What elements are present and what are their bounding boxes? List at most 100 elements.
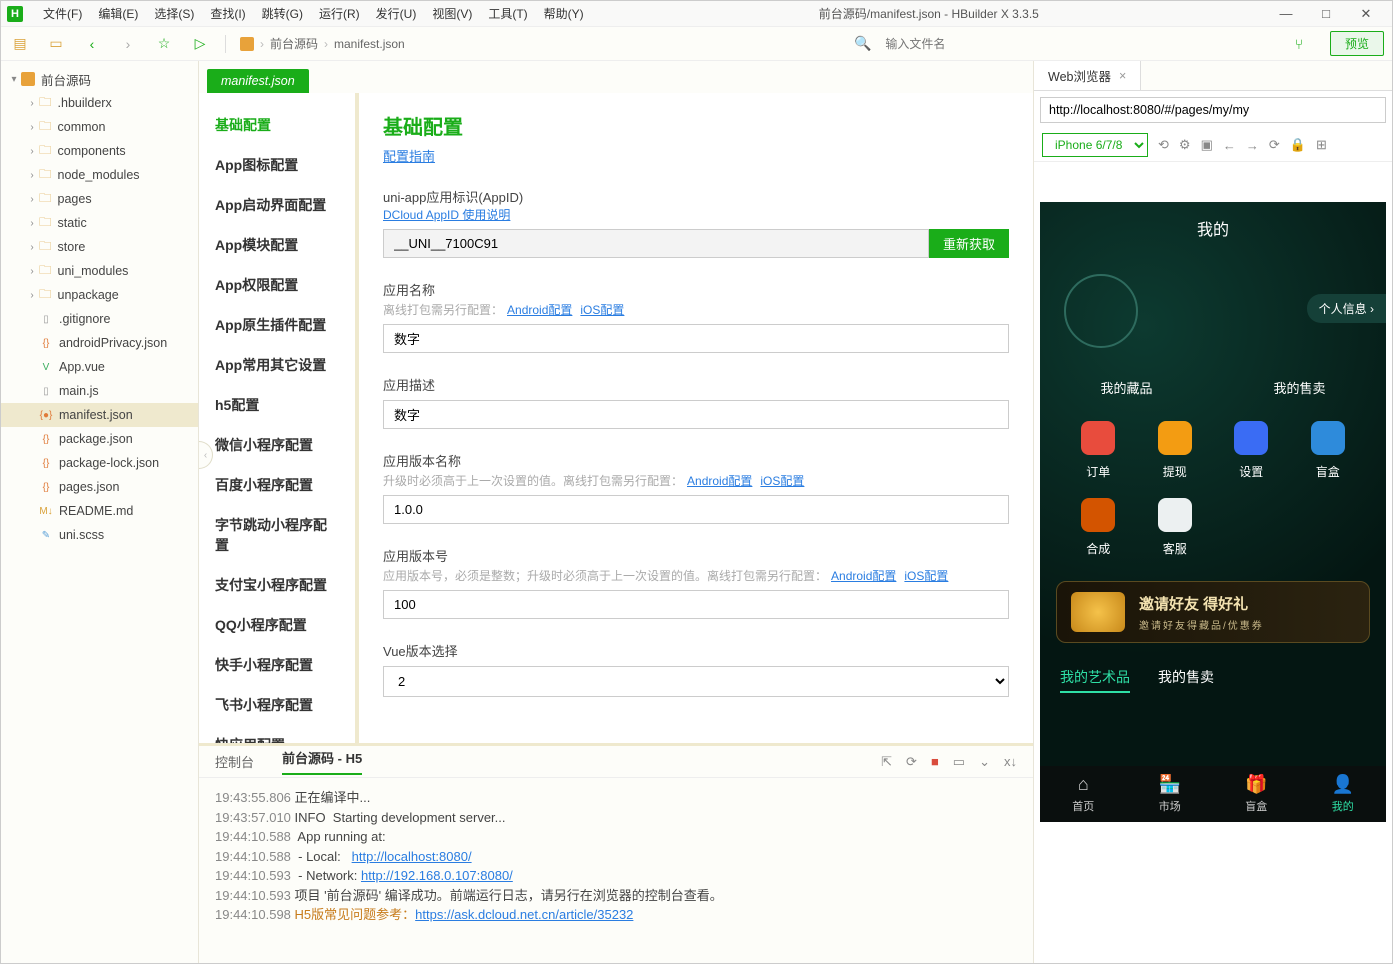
browser-refresh-icon[interactable]: ⟳ — [1269, 137, 1280, 153]
tab-manifest[interactable]: manifest.json — [207, 69, 309, 93]
file-row[interactable]: {}androidPrivacy.json — [1, 331, 198, 355]
star-icon[interactable]: ☆ — [153, 35, 175, 52]
console-output[interactable]: 19:43:55.806 正在编译中...19:43:57.010 INFO S… — [199, 778, 1033, 963]
file-search[interactable]: 🔍 — [854, 33, 1274, 55]
menu-item[interactable]: 跳转(G) — [254, 5, 311, 22]
refetch-appid-button[interactable]: 重新获取 — [929, 229, 1009, 258]
versioncode-input[interactable] — [383, 590, 1009, 619]
manifest-nav-item[interactable]: h5配置 — [199, 385, 355, 425]
console-tab-h5[interactable]: 前台源码 - H5 — [282, 748, 362, 775]
ios-config-link-2[interactable]: iOS配置 — [760, 474, 804, 488]
android-config-link-2[interactable]: Android配置 — [687, 474, 752, 488]
search-input[interactable] — [877, 33, 1274, 55]
gear-icon[interactable]: ⚙ — [1179, 137, 1191, 153]
manifest-nav-item[interactable]: App原生插件配置 — [199, 305, 355, 345]
close-button[interactable]: ✕ — [1346, 6, 1386, 22]
file-row[interactable]: VApp.vue — [1, 355, 198, 379]
minimize-button[interactable]: — — [1266, 6, 1306, 21]
manifest-nav[interactable]: 基础配置App图标配置App启动界面配置App模块配置App权限配置App原生插… — [199, 93, 359, 743]
breadcrumb-file[interactable]: manifest.json — [334, 37, 405, 51]
qr-icon[interactable]: ⊞ — [1316, 137, 1327, 153]
browser-back-icon[interactable]: ← — [1223, 138, 1236, 153]
manifest-nav-item[interactable]: App图标配置 — [199, 145, 355, 185]
nav-item[interactable]: 👤我的 — [1300, 766, 1387, 822]
preview-button[interactable]: 预览 — [1330, 31, 1384, 56]
folder-row[interactable]: ›🗀pages — [1, 187, 198, 211]
folder-row[interactable]: ›🗀unpackage — [1, 283, 198, 307]
my-sales-link[interactable]: 我的售卖 — [1273, 378, 1325, 397]
new-file-icon[interactable]: ▤ — [9, 35, 31, 52]
folder-row[interactable]: ›🗀store — [1, 235, 198, 259]
console-export-icon[interactable]: ⇱ — [881, 754, 892, 770]
manifest-nav-item[interactable]: 飞书小程序配置 — [199, 685, 355, 725]
maximize-button[interactable]: □ — [1306, 6, 1346, 21]
run-icon[interactable]: ▷ — [189, 35, 211, 52]
file-row[interactable]: ▯.gitignore — [1, 307, 198, 331]
vue-version-select[interactable]: 2 — [383, 666, 1009, 697]
device-select[interactable]: iPhone 6/7/8 — [1042, 133, 1148, 157]
config-guide-link[interactable]: 配置指南 — [383, 149, 435, 164]
close-icon[interactable]: × — [1119, 69, 1126, 83]
file-row[interactable]: {●}manifest.json — [1, 403, 198, 427]
menu-item[interactable]: 视图(V) — [424, 5, 480, 22]
grid-item[interactable]: 盲盒 — [1290, 421, 1367, 480]
nav-item[interactable]: 🏪市场 — [1127, 766, 1214, 822]
seg-my-art[interactable]: 我的艺术品 — [1060, 667, 1130, 693]
menu-item[interactable]: 帮助(Y) — [536, 5, 592, 22]
ios-config-link[interactable]: iOS配置 — [580, 303, 624, 317]
lock-icon[interactable]: 🔒 — [1290, 137, 1306, 153]
profile-badge[interactable]: 个人信息 › — [1307, 294, 1386, 323]
appid-help-link[interactable]: DCloud AppID 使用说明 — [383, 208, 510, 222]
nav-item[interactable]: 🎁盲盒 — [1213, 766, 1300, 822]
grid-item[interactable]: 客服 — [1137, 498, 1214, 557]
menu-item[interactable]: 发行(U) — [368, 5, 425, 22]
android-config-link-3[interactable]: Android配置 — [831, 569, 896, 583]
device-frame[interactable]: 我的 个人信息 › 我的藏品 我的售卖 订单提现设置盲盒合成客服 邀请好友 得好… — [1040, 202, 1386, 822]
folder-row[interactable]: ›🗀.hbuilderx — [1, 91, 198, 115]
browser-tab[interactable]: Web浏览器× — [1034, 61, 1141, 90]
manifest-nav-item[interactable]: App常用其它设置 — [199, 345, 355, 385]
seg-my-sales[interactable]: 我的售卖 — [1158, 667, 1214, 693]
menu-item[interactable]: 运行(R) — [311, 5, 368, 22]
manifest-nav-item[interactable]: 字节跳动小程序配置 — [199, 505, 355, 565]
folder-row[interactable]: ›🗀common — [1, 115, 198, 139]
menu-item[interactable]: 文件(F) — [35, 5, 90, 22]
file-row[interactable]: {}package.json — [1, 427, 198, 451]
rotate-icon[interactable]: ⟲ — [1158, 137, 1169, 153]
manifest-nav-item[interactable]: QQ小程序配置 — [199, 605, 355, 645]
folder-row[interactable]: ›🗀components — [1, 139, 198, 163]
console-link[interactable]: https://ask.dcloud.net.cn/article/35232 — [415, 907, 633, 922]
nav-forward-icon[interactable]: › — [117, 36, 139, 52]
appdesc-input[interactable] — [383, 400, 1009, 429]
avatar[interactable] — [1064, 274, 1138, 348]
console-clear-icon[interactable]: ▭ — [953, 754, 965, 770]
appname-input[interactable] — [383, 324, 1009, 353]
file-row[interactable]: M↓README.md — [1, 499, 198, 523]
file-row[interactable]: {}pages.json — [1, 475, 198, 499]
manifest-nav-item[interactable]: 微信小程序配置 — [199, 425, 355, 465]
file-explorer[interactable]: ▾ 前台源码 ›🗀.hbuilderx›🗀common›🗀components›… — [1, 61, 199, 963]
console-stop-icon[interactable]: ■ — [931, 754, 939, 770]
folder-row[interactable]: ›🗀node_modules — [1, 163, 198, 187]
file-row[interactable]: ✎uni.scss — [1, 523, 198, 547]
manifest-nav-item[interactable]: 快应用配置 — [199, 725, 355, 743]
ios-config-link-3[interactable]: iOS配置 — [904, 569, 948, 583]
breadcrumb[interactable]: › 前台源码 › manifest.json — [240, 35, 405, 52]
appid-input[interactable] — [383, 229, 929, 258]
manifest-nav-item[interactable]: App权限配置 — [199, 265, 355, 305]
console-link[interactable]: http://localhost:8080/ — [352, 849, 472, 864]
file-row[interactable]: {}package-lock.json — [1, 451, 198, 475]
browser-url-input[interactable] — [1040, 97, 1386, 123]
menu-item[interactable]: 查找(I) — [202, 5, 253, 22]
manifest-nav-item[interactable]: 百度小程序配置 — [199, 465, 355, 505]
versionname-input[interactable] — [383, 495, 1009, 524]
project-root[interactable]: ▾ 前台源码 — [1, 67, 198, 91]
menu-item[interactable]: 编辑(E) — [90, 5, 146, 22]
manifest-nav-item[interactable]: 基础配置 — [199, 105, 355, 145]
menu-item[interactable]: 选择(S) — [146, 5, 202, 22]
manifest-nav-item[interactable]: App模块配置 — [199, 225, 355, 265]
grid-item[interactable]: 订单 — [1060, 421, 1137, 480]
console-close-icon[interactable]: x↓ — [1004, 754, 1017, 770]
grid-item[interactable]: 合成 — [1060, 498, 1137, 557]
filter-icon[interactable]: ⑂ — [1288, 36, 1310, 52]
